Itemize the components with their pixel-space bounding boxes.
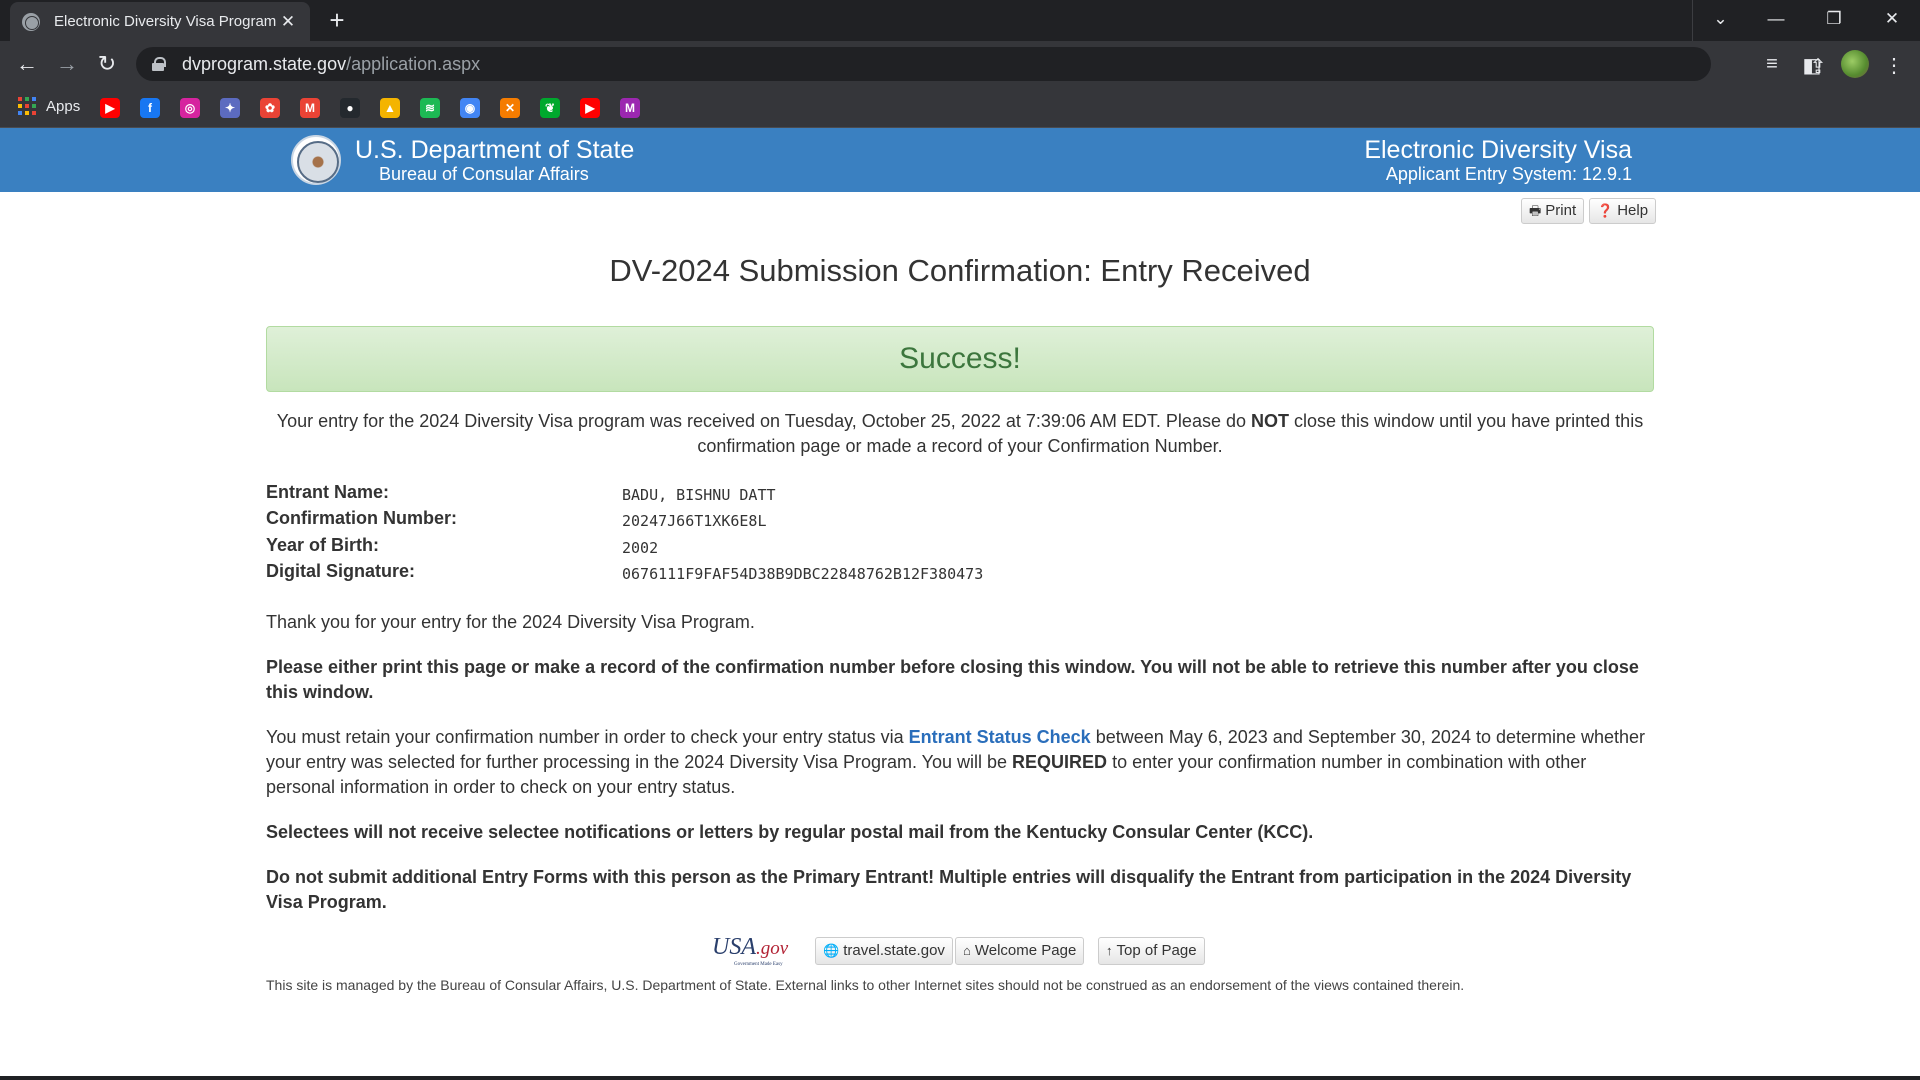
home-icon: ⌂ [963, 943, 971, 958]
apps-bookmark[interactable]: Apps [18, 97, 80, 115]
youtube-icon[interactable]: ▶ [100, 98, 120, 118]
welcome-label: Welcome Page [974, 942, 1077, 959]
address-bar[interactable]: dvprogram.state.gov/application.aspx ⇪ ☆ [136, 47, 1867, 81]
url-host: dvprogram.state.gov [182, 53, 347, 74]
bookmarks-bar: Apps ▶ f ◎ ✦ ✿ M ● ▲ ≋ ◉ ✕ ❦ ▶ M [0, 87, 1920, 128]
bookmark-app-icon[interactable]: ✦ [220, 98, 240, 118]
usa-gov-tagline: Government Made Easy [734, 962, 783, 967]
top-of-page-button[interactable]: ↑ Top of Page [1098, 937, 1205, 965]
youtube-icon-2[interactable]: ▶ [580, 98, 600, 118]
selectees-notice: Selectees will not receive selectee noti… [266, 822, 1314, 842]
url-path: /application.aspx [346, 53, 481, 74]
top-label: Top of Page [1116, 942, 1197, 959]
apps-grid-icon [18, 97, 36, 115]
success-banner: Success! [266, 326, 1654, 392]
close-window-button[interactable]: ✕ [1864, 0, 1920, 41]
retain-text: You must retain your confirmation number… [266, 727, 909, 747]
reload-button[interactable]: ↻ [92, 49, 122, 79]
print-label: Print [1545, 202, 1577, 219]
usa-logo-text: USA [712, 934, 756, 960]
tab-search-button[interactable]: ⌄ [1692, 0, 1748, 41]
minimize-button[interactable]: — [1748, 0, 1804, 41]
entrant-name-value: BADU, BISHNU DATT [622, 486, 776, 504]
year-of-birth-value: 2002 [622, 539, 659, 557]
printer-icon: 🖶 [1529, 203, 1542, 218]
question-circle-icon: ❓ [1597, 203, 1614, 218]
confirmation-number-value: 20247J66T1XK6E8L [622, 512, 767, 530]
department-name: U.S. Department of State [355, 136, 635, 164]
gov-logo-text: .gov [756, 938, 789, 959]
close-tab-icon[interactable]: ✕ [278, 12, 298, 32]
duplicate-entry-warning: Do not submit additional Entry Forms wit… [266, 867, 1632, 912]
apps-label: Apps [46, 97, 81, 115]
required-emphasis: REQUIRED [1012, 752, 1108, 772]
travel-state-gov-button[interactable]: 🌐 travel.state.gov [815, 937, 953, 965]
browser-tab[interactable]: Electronic Diversity Visa Program ✕ [10, 2, 310, 41]
entrant-status-check-link[interactable]: Entrant Status Check [909, 727, 1091, 747]
lock-icon[interactable] [152, 57, 166, 71]
retain-notice: You must retain your confirmation number… [266, 725, 1656, 800]
confirmation-number-label: Confirmation Number: [266, 508, 457, 528]
window-bottom-edge [0, 1076, 1920, 1080]
system-version: Applicant Entry System: 12.9.1 [1385, 164, 1632, 184]
entrant-name-label: Entrant Name: [266, 482, 390, 502]
received-emphasis: NOT [1251, 411, 1289, 431]
forward-button[interactable]: → [52, 49, 82, 79]
instagram-icon[interactable]: ◎ [180, 98, 200, 118]
print-warning: Please either print this page or make a … [266, 657, 1639, 702]
usa-gov-logo[interactable]: USA.gov Government Made Easy [712, 934, 789, 967]
bureau-name: Bureau of Consular Affairs [379, 164, 589, 184]
restore-button[interactable]: ❐ [1806, 0, 1862, 41]
monday-icon[interactable]: M [620, 98, 640, 118]
help-label: Help [1617, 202, 1649, 219]
globe-icon: 🌐 [823, 943, 840, 958]
arrow-up-icon: ↑ [1106, 943, 1113, 958]
tab-title: Electronic Diversity Visa Program [54, 13, 277, 30]
thank-you-text: Thank you for your entry for the 2024 Di… [266, 612, 755, 632]
gmail-icon[interactable]: M [300, 98, 320, 118]
menu-icon[interactable]: ⋮ [1882, 53, 1906, 78]
welcome-page-button[interactable]: ⌂ Welcome Page [955, 937, 1085, 965]
browser-toolbar: ← → ↻ dvprogram.state.gov/application.as… [0, 41, 1920, 87]
globe-icon [22, 12, 40, 31]
google-drive-icon[interactable]: ▲ [380, 98, 400, 118]
xda-icon[interactable]: ✕ [500, 98, 520, 118]
digital-signature-label: Digital Signature: [266, 561, 416, 581]
travel-label: travel.state.gov [843, 942, 945, 959]
received-text: Your entry for the 2024 Diversity Visa p… [276, 411, 1251, 431]
help-button[interactable]: ❓ Help [1589, 198, 1657, 224]
spotify-icon[interactable]: ≋ [420, 98, 440, 118]
page-title: DV-2024 Submission Confirmation: Entry R… [609, 253, 1311, 288]
department-seal-icon [291, 135, 341, 185]
reading-list-icon[interactable]: ≡ [1760, 53, 1784, 76]
side-panel-icon[interactable]: ◧ [1800, 53, 1824, 78]
received-message: Your entry for the 2024 Diversity Visa p… [266, 409, 1654, 459]
footer-disclaimer: This site is managed by the Bureau of Co… [266, 977, 1465, 993]
browser-tabstrip: Electronic Diversity Visa Program ✕ + ⌄ … [0, 0, 1920, 41]
evernote-icon[interactable]: ❦ [540, 98, 560, 118]
print-button[interactable]: 🖶 Print [1521, 198, 1585, 224]
site-header: U.S. Department of State Bureau of Consu… [0, 128, 1920, 192]
program-title: Electronic Diversity Visa [1364, 136, 1632, 164]
new-tab-button[interactable]: + [322, 6, 352, 36]
google-photos-icon[interactable]: ✿ [260, 98, 280, 118]
facebook-icon[interactable]: f [140, 98, 160, 118]
github-icon[interactable]: ● [340, 98, 360, 118]
back-button[interactable]: ← [12, 49, 42, 79]
year-of-birth-label: Year of Birth: [266, 535, 380, 555]
profile-avatar[interactable] [1841, 50, 1869, 78]
google-lens-icon[interactable]: ◉ [460, 98, 480, 118]
digital-signature-value: 0676111F9FAF54D38B9DBC22848762B12F380473 [622, 565, 984, 583]
